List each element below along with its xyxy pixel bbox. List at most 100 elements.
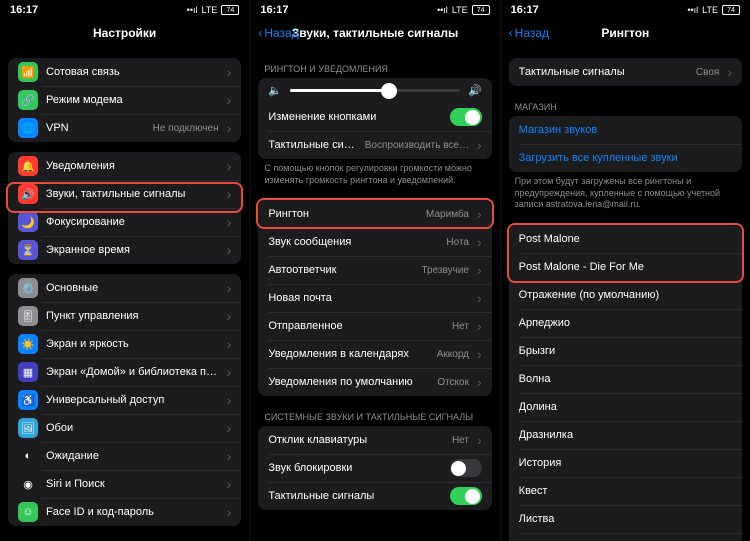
page-title: Рингтон xyxy=(601,26,649,40)
chevron-right-icon: › xyxy=(477,432,482,448)
row-icon: ◐ xyxy=(18,446,38,466)
list-row[interactable]: ⚙️Основные› xyxy=(8,274,241,302)
row-label: Тактильные сигналы xyxy=(268,490,441,502)
row-label: Уведомления xyxy=(46,160,219,172)
row-detail: Не подключен xyxy=(153,123,219,134)
chevron-right-icon: › xyxy=(227,214,232,230)
list-row[interactable]: Отклик клавиатурыНет› xyxy=(258,426,491,454)
list-row[interactable]: 🎚Пункт управления› xyxy=(8,302,241,330)
list-row[interactable]: 🔗Режим модема› xyxy=(8,86,241,114)
list-row[interactable]: Тактильные сигналыСвоя› xyxy=(509,58,742,86)
chevron-right-icon: › xyxy=(227,392,232,408)
list-row[interactable]: Отражение (по умолчанию) xyxy=(509,281,742,309)
list-row[interactable]: Загрузить все купленные звуки xyxy=(509,144,742,172)
row-detail: Отскок xyxy=(437,377,469,388)
list-row[interactable]: Post Malone - Die For Me xyxy=(509,253,742,281)
page-title: Звуки, тактильные сигналы xyxy=(292,26,458,40)
speaker-low-icon: 🔈 xyxy=(268,84,282,97)
signal-icon: ••ıl xyxy=(437,5,448,15)
chevron-right-icon: › xyxy=(477,262,482,278)
signal-icon: ••ıl xyxy=(187,5,198,15)
list-row[interactable]: Листва xyxy=(509,505,742,533)
phone-settings: 16:17 ••ıl LTE 74 Настройки 📶Сотовая свя… xyxy=(0,0,249,541)
row-label: Дразнилка xyxy=(519,429,732,441)
row-detail: Нота xyxy=(446,237,469,248)
chevron-right-icon: › xyxy=(477,318,482,334)
battery-icon: 74 xyxy=(221,5,239,15)
row-icon: 🎚 xyxy=(18,306,38,326)
section-footer-store: При этом будут загружены все рингтоны и … xyxy=(501,172,750,215)
chevron-right-icon: › xyxy=(227,280,232,296)
chevron-right-icon: › xyxy=(227,364,232,380)
list-row[interactable]: Арпеджио xyxy=(509,309,742,337)
row-label: Режим модема xyxy=(46,94,219,106)
list-row[interactable]: Дразнилка xyxy=(509,421,742,449)
row-label: Уведомления в календарях xyxy=(268,348,428,360)
list-row[interactable]: Тактильные сигналы xyxy=(258,482,491,510)
list-row[interactable]: 🖼Обои› xyxy=(8,414,241,442)
list-row[interactable]: Изменение кнопками xyxy=(258,103,491,131)
phone-sounds: 16:17 ••ıl LTE 74 ‹Назад Звуки, тактильн… xyxy=(249,0,499,541)
list-row[interactable]: Брызги xyxy=(509,337,742,365)
list-row[interactable]: Квест xyxy=(509,477,742,505)
list-row[interactable]: ☺Face ID и код-пароль› xyxy=(8,498,241,526)
list-row[interactable]: Звук блокировки xyxy=(258,454,491,482)
phone-ringtone: 16:17 ••ıl LTE 74 ‹Назад Рингтон Тактиль… xyxy=(500,0,750,541)
list-row[interactable]: ◐Ожидание› xyxy=(8,442,241,470)
list-row[interactable]: Тактильные сигналыВоспроизводить все…› xyxy=(258,131,491,159)
back-button[interactable]: ‹Назад xyxy=(258,26,298,40)
chevron-right-icon: › xyxy=(477,206,482,222)
row-label: Рингтон xyxy=(268,208,418,220)
list-row[interactable]: 🌙Фокусирование› xyxy=(8,208,241,236)
list-row[interactable]: Звук сообщенияНота› xyxy=(258,228,491,256)
row-label: Фокусирование xyxy=(46,216,219,228)
list-row[interactable]: Магазин звуков xyxy=(509,116,742,144)
row-label: Изменение кнопками xyxy=(268,111,441,123)
list-row[interactable]: ♿Универсальный доступ› xyxy=(8,386,241,414)
list-row[interactable]: 📶Сотовая связь› xyxy=(8,58,241,86)
list-row[interactable]: ◉Siri и Поиск› xyxy=(8,470,241,498)
list-row[interactable]: Волна xyxy=(509,365,742,393)
navbar: ‹Назад Рингтон xyxy=(501,18,750,48)
list-row[interactable]: ОтправленноеНет› xyxy=(258,312,491,340)
battery-icon: 74 xyxy=(722,5,740,15)
list-row[interactable]: РингтонМаримба› xyxy=(258,200,491,228)
row-icon: 📶 xyxy=(18,62,38,82)
list-row[interactable]: История xyxy=(509,449,742,477)
list-row[interactable]: ⏳Экранное время› xyxy=(8,236,241,264)
back-button[interactable]: ‹Назад xyxy=(509,26,549,40)
list-row[interactable]: Уведомления по умолчаниюОтскок› xyxy=(258,368,491,396)
back-label: Назад xyxy=(515,26,549,40)
row-icon: ☀️ xyxy=(18,334,38,354)
toggle-switch[interactable] xyxy=(450,459,482,477)
list-row[interactable]: 🔊Звуки, тактильные сигналы› xyxy=(8,180,241,208)
status-bar: 16:17 ••ıl LTE 74 xyxy=(0,0,249,18)
chevron-right-icon: › xyxy=(227,64,232,80)
list-row[interactable]: ☀️Экран и яркость› xyxy=(8,330,241,358)
row-detail: Нет xyxy=(452,321,469,332)
row-label: Загрузить все купленные звуки xyxy=(519,152,732,164)
list-row[interactable]: Уведомления в календаряхАккорд› xyxy=(258,340,491,368)
list-row[interactable]: ▦Экран «Домой» и библиотека приложений› xyxy=(8,358,241,386)
list-row[interactable]: 🌐VPNНе подключен› xyxy=(8,114,241,142)
status-time: 16:17 xyxy=(511,4,539,16)
chevron-right-icon: › xyxy=(227,242,232,258)
list-row[interactable]: Новая почта› xyxy=(258,284,491,312)
list-row[interactable]: Меркурий xyxy=(509,533,742,541)
status-time: 16:17 xyxy=(10,4,38,16)
toggle-switch[interactable] xyxy=(450,487,482,505)
list-row[interactable]: 🔔Уведомления› xyxy=(8,152,241,180)
row-icon: 🖼 xyxy=(18,418,38,438)
chevron-right-icon: › xyxy=(227,158,232,174)
row-label: Отклик клавиатуры xyxy=(268,434,444,446)
list-row[interactable]: Долина xyxy=(509,393,742,421)
row-detail: Трезвучие xyxy=(421,265,469,276)
row-label: Face ID и код-пароль xyxy=(46,506,219,518)
row-label: Волна xyxy=(519,373,732,385)
chevron-right-icon: › xyxy=(477,234,482,250)
row-label: Пункт управления xyxy=(46,310,219,322)
toggle-switch[interactable] xyxy=(450,108,482,126)
list-row[interactable]: Post Malone xyxy=(509,225,742,253)
volume-slider[interactable] xyxy=(290,89,460,92)
list-row[interactable]: АвтоответчикТрезвучие› xyxy=(258,256,491,284)
